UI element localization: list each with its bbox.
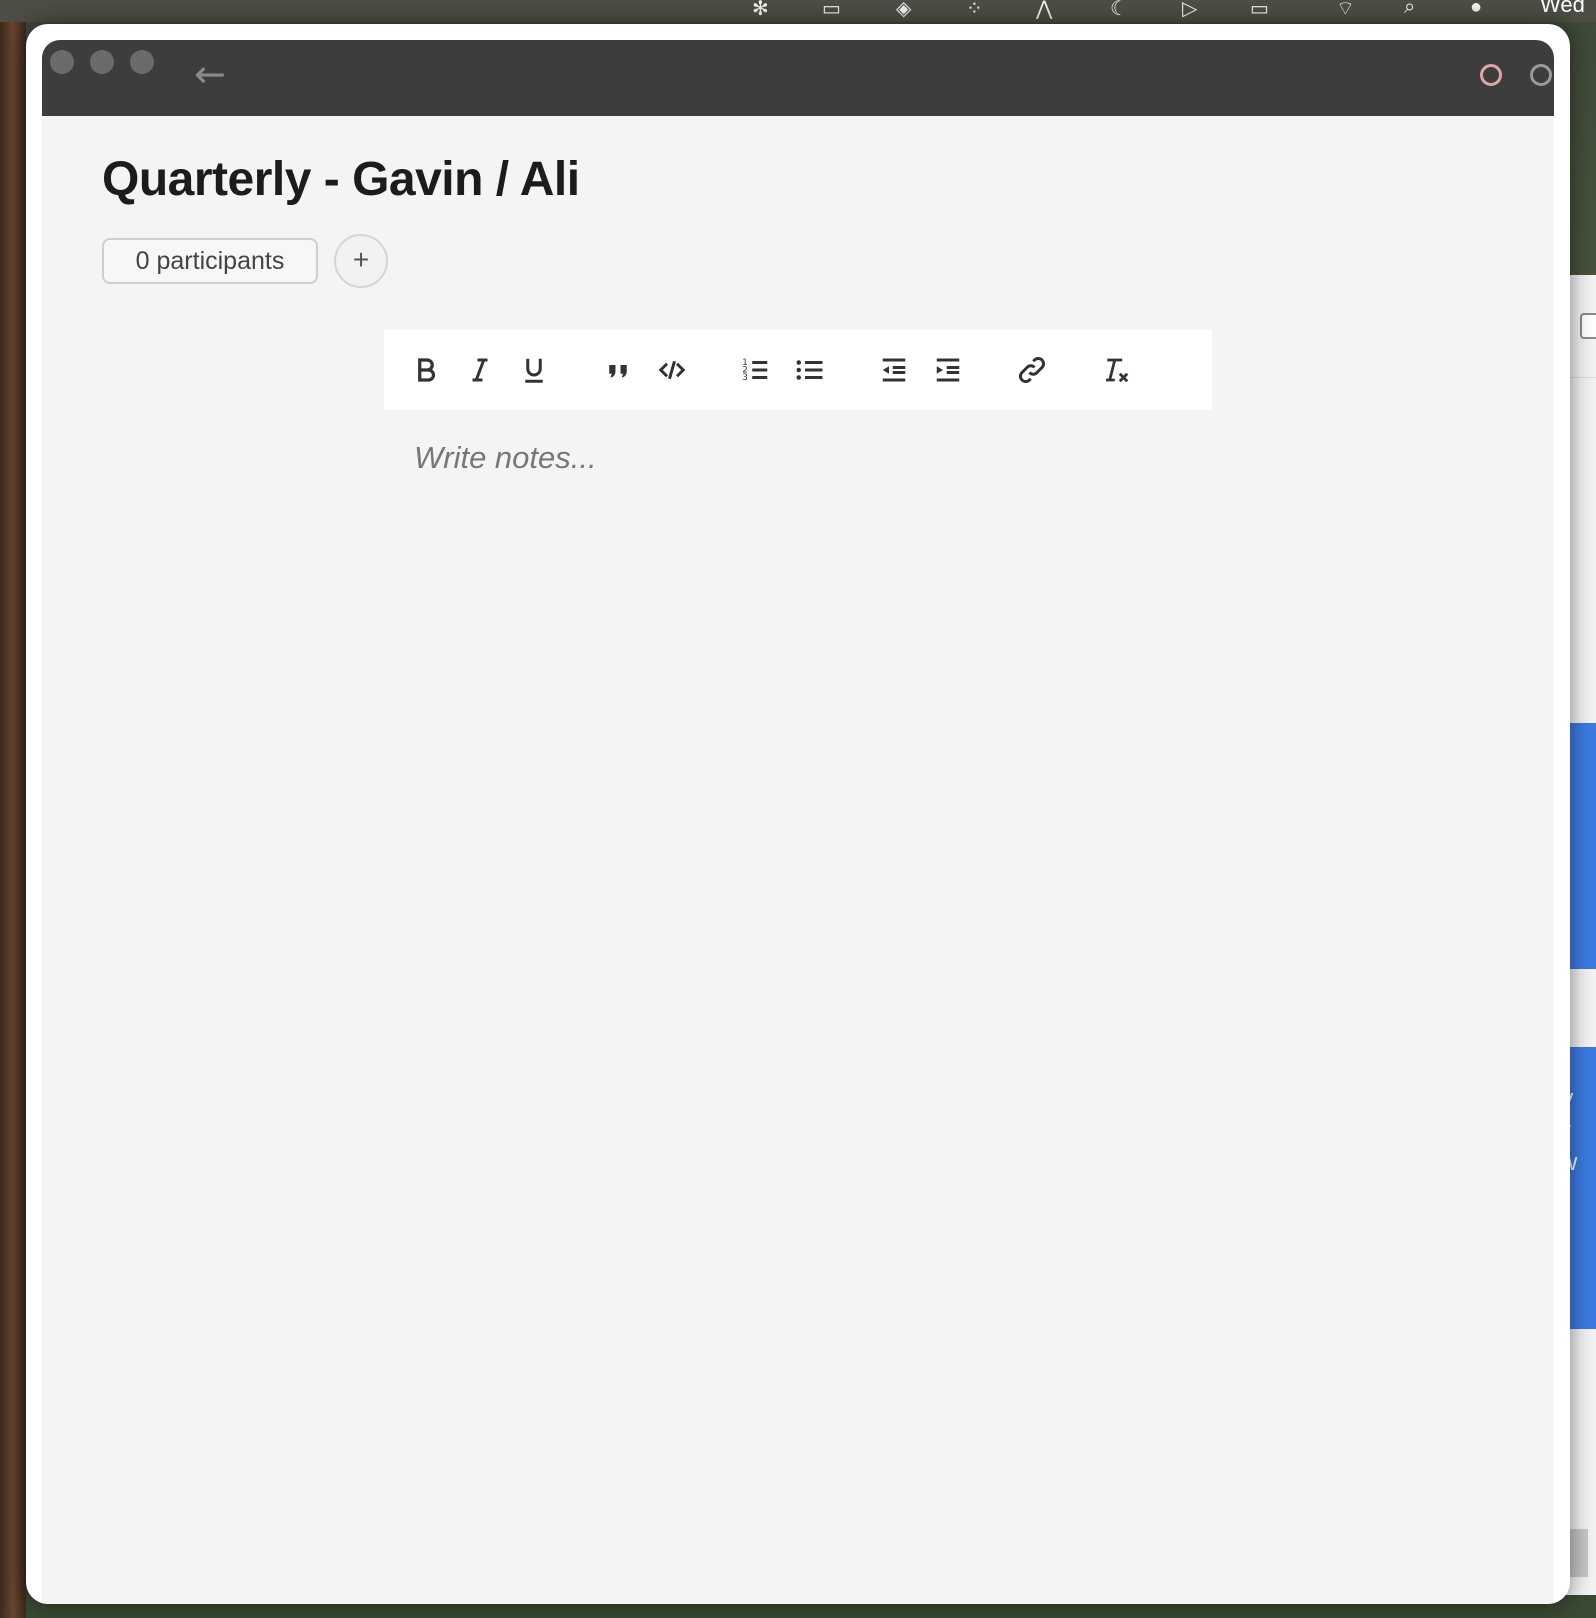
menu-bar: ✻ ▭ ◈ ⁘ ⋀ ☾ ▷ ▭ ⌔ ⌕ ● Wed xyxy=(0,0,1596,22)
italic-icon[interactable] xyxy=(456,346,504,394)
title-bar: ← xyxy=(42,40,1554,116)
code-icon[interactable] xyxy=(648,346,696,394)
layers-icon[interactable]: ◈ xyxy=(896,0,911,21)
search-icon[interactable]: ⌕ xyxy=(1404,0,1415,19)
svg-text:3: 3 xyxy=(742,373,748,383)
battery-icon[interactable]: ▭ xyxy=(1250,0,1269,21)
wing-icon[interactable]: ⋀ xyxy=(1036,0,1052,21)
ordered-list-icon[interactable]: 123 xyxy=(732,346,780,394)
wifi-icon[interactable]: ⌔ xyxy=(1336,0,1355,21)
record-icon[interactable] xyxy=(1480,64,1502,86)
note-content: Quarterly - Gavin / Ali 0 participants + xyxy=(42,116,1554,1604)
background-checkbox[interactable] xyxy=(1580,313,1596,339)
play-icon[interactable]: ▷ xyxy=(1182,0,1197,21)
add-participant-button[interactable]: + xyxy=(334,234,388,288)
circle-icon[interactable] xyxy=(1530,64,1552,86)
minimize-window-button[interactable] xyxy=(90,50,114,74)
participants-button[interactable]: 0 participants xyxy=(102,238,318,284)
page-title[interactable]: Quarterly - Gavin / Ali xyxy=(102,152,580,207)
wallet-icon[interactable]: ▭ xyxy=(822,0,841,21)
moon-icon[interactable]: ☾ xyxy=(1110,0,1128,21)
snowflake-icon[interactable]: ✻ xyxy=(752,0,769,21)
user-icon[interactable]: ● xyxy=(1470,0,1482,19)
notes-window: ← Quarterly - Gavin / Ali 0 participants… xyxy=(26,24,1570,1604)
underline-icon[interactable] xyxy=(510,346,558,394)
bold-icon[interactable] xyxy=(402,346,450,394)
dots-grid-icon[interactable]: ⁘ xyxy=(966,0,983,21)
back-arrow-icon[interactable]: ← xyxy=(194,54,226,94)
clear-format-icon[interactable] xyxy=(1092,346,1140,394)
close-window-button[interactable] xyxy=(50,50,74,74)
indent-icon[interactable] xyxy=(924,346,972,394)
blockquote-icon[interactable] xyxy=(594,346,642,394)
outdent-icon[interactable] xyxy=(870,346,918,394)
bullet-list-icon[interactable] xyxy=(786,346,834,394)
menubar-clock[interactable]: Wed xyxy=(1540,0,1585,18)
notes-editor[interactable]: Write notes... xyxy=(414,440,597,476)
formatting-toolbar: 123 xyxy=(384,330,1212,410)
desktop-wallpaper xyxy=(0,0,26,1618)
zoom-window-button[interactable] xyxy=(130,50,154,74)
link-icon[interactable] xyxy=(1008,346,1056,394)
